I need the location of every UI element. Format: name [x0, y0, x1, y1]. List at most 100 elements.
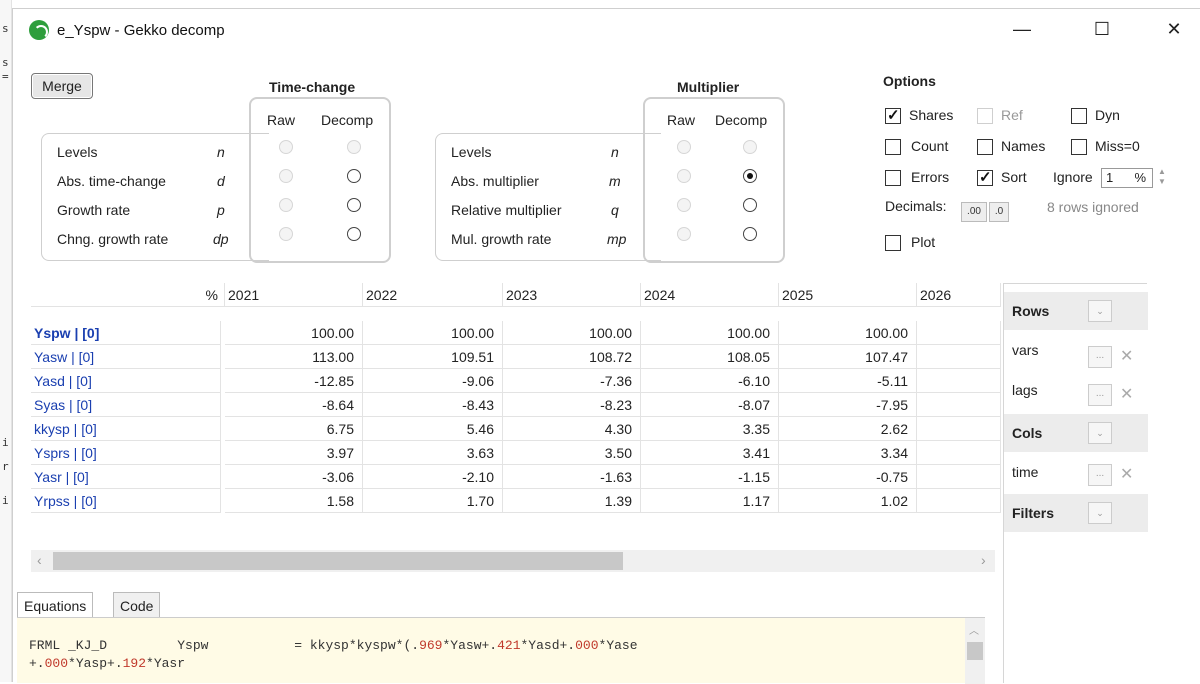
- tab-equations[interactable]: Equations: [17, 592, 94, 618]
- table-cell[interactable]: -3.06: [225, 465, 363, 489]
- merge-button[interactable]: Merge: [31, 73, 93, 99]
- mult-decomp-relative-radio[interactable]: [743, 198, 757, 212]
- column-header[interactable]: 2025: [779, 283, 917, 307]
- table-cell[interactable]: -8.43: [363, 393, 503, 417]
- rows-dropdown-icon[interactable]: ⌄: [1088, 300, 1112, 322]
- table-cell[interactable]: 3.63: [363, 441, 503, 465]
- table-cell[interactable]: 1.17: [641, 489, 779, 513]
- table-cell[interactable]: -2.10: [363, 465, 503, 489]
- more-decimals-button[interactable]: .00: [961, 202, 987, 222]
- table-cell[interactable]: -8.07: [641, 393, 779, 417]
- table-cell[interactable]: 4.30: [503, 417, 641, 441]
- scroll-left-icon[interactable]: ‹: [37, 552, 42, 568]
- table-cell[interactable]: -1.15: [641, 465, 779, 489]
- ignore-stepper[interactable]: ▲ ▼: [1155, 167, 1169, 189]
- row-header[interactable]: Yrpss | [0]: [31, 489, 221, 513]
- names-checkbox[interactable]: [977, 139, 993, 155]
- lags-close-icon[interactable]: ✕: [1120, 384, 1133, 404]
- minimize-button[interactable]: —: [999, 19, 1045, 43]
- table-cell[interactable]: [917, 369, 1001, 393]
- cols-dropdown-icon[interactable]: ⌄: [1088, 422, 1112, 444]
- column-header[interactable]: 2024: [641, 283, 779, 307]
- shares-checkbox[interactable]: [885, 106, 901, 124]
- mult-decomp-growth-radio[interactable]: [743, 227, 757, 241]
- table-cell[interactable]: -12.85: [225, 369, 363, 393]
- table-cell[interactable]: 3.50: [503, 441, 641, 465]
- table-cell[interactable]: 5.46: [363, 417, 503, 441]
- table-cell[interactable]: 3.34: [779, 441, 917, 465]
- table-cell[interactable]: [917, 465, 1001, 489]
- fewer-decimals-button[interactable]: .0: [989, 202, 1009, 222]
- table-cell[interactable]: 113.00: [225, 345, 363, 369]
- tc-decomp-abs-radio[interactable]: [347, 169, 361, 183]
- table-cell[interactable]: -1.63: [503, 465, 641, 489]
- table-cell[interactable]: [917, 321, 1001, 345]
- table-cell[interactable]: -9.06: [363, 369, 503, 393]
- ignore-input[interactable]: 1 %: [1101, 168, 1153, 188]
- table-cell[interactable]: -0.75: [779, 465, 917, 489]
- tc-decomp-chng-radio[interactable]: [347, 227, 361, 241]
- table-cell[interactable]: -6.10: [641, 369, 779, 393]
- column-header[interactable]: 2022: [363, 283, 503, 307]
- table-cell[interactable]: -7.36: [503, 369, 641, 393]
- close-button[interactable]: ✕: [1151, 19, 1197, 43]
- count-checkbox[interactable]: [885, 139, 901, 155]
- column-header[interactable]: 2026: [917, 283, 1001, 307]
- table-cell[interactable]: 100.00: [641, 321, 779, 345]
- table-cell[interactable]: 3.97: [225, 441, 363, 465]
- row-header[interactable]: kkysp | [0]: [31, 417, 221, 441]
- mult-decomp-abs-radio-selected[interactable]: [743, 169, 757, 183]
- column-header[interactable]: 2023: [503, 283, 641, 307]
- filters-dropdown-icon[interactable]: ⌄: [1088, 502, 1112, 524]
- scroll-right-icon[interactable]: ›: [981, 552, 986, 568]
- sort-checkbox[interactable]: [977, 168, 993, 186]
- row-header[interactable]: Yasd | [0]: [31, 369, 221, 393]
- vars-close-icon[interactable]: ✕: [1120, 346, 1133, 366]
- table-cell[interactable]: 3.41: [641, 441, 779, 465]
- column-header[interactable]: 2021: [225, 283, 363, 307]
- row-header[interactable]: Ysprs | [0]: [31, 441, 221, 465]
- table-cell[interactable]: 2.62: [779, 417, 917, 441]
- table-cell[interactable]: -5.11: [779, 369, 917, 393]
- table-cell[interactable]: [917, 345, 1001, 369]
- table-cell[interactable]: 100.00: [779, 321, 917, 345]
- table-cell[interactable]: 1.39: [503, 489, 641, 513]
- scrollbar-thumb[interactable]: [53, 552, 623, 570]
- table-cell[interactable]: 100.00: [503, 321, 641, 345]
- table-cell[interactable]: [917, 489, 1001, 513]
- table-cell[interactable]: 1.70: [363, 489, 503, 513]
- row-header[interactable]: Yasw | [0]: [31, 345, 221, 369]
- dyn-checkbox[interactable]: [1071, 108, 1087, 124]
- row-header[interactable]: Syas | [0]: [31, 393, 221, 417]
- plot-checkbox[interactable]: [885, 235, 901, 251]
- time-close-icon[interactable]: ✕: [1120, 464, 1133, 484]
- table-cell[interactable]: 107.47: [779, 345, 917, 369]
- time-ellipsis-button[interactable]: ...: [1088, 464, 1112, 486]
- horizontal-scrollbar[interactable]: ‹ ›: [31, 550, 995, 572]
- table-cell[interactable]: 100.00: [225, 321, 363, 345]
- errors-checkbox[interactable]: [885, 170, 901, 186]
- table-cell[interactable]: [917, 441, 1001, 465]
- table-cell[interactable]: 3.35: [641, 417, 779, 441]
- table-cell[interactable]: 1.58: [225, 489, 363, 513]
- table-cell[interactable]: 108.72: [503, 345, 641, 369]
- table-cell[interactable]: 100.00: [363, 321, 503, 345]
- table-cell[interactable]: 108.05: [641, 345, 779, 369]
- table-cell[interactable]: [917, 417, 1001, 441]
- table-cell[interactable]: -7.95: [779, 393, 917, 417]
- table-cell[interactable]: 109.51: [363, 345, 503, 369]
- miss-checkbox[interactable]: [1071, 139, 1087, 155]
- tab-code[interactable]: Code: [113, 592, 161, 618]
- row-header[interactable]: Yasr | [0]: [31, 465, 221, 489]
- code-scroll-thumb[interactable]: [967, 642, 983, 660]
- table-cell[interactable]: 6.75: [225, 417, 363, 441]
- table-cell[interactable]: -8.23: [503, 393, 641, 417]
- maximize-button[interactable]: ☐: [1079, 19, 1125, 43]
- table-cell[interactable]: [917, 393, 1001, 417]
- row-header[interactable]: Yspw | [0]: [31, 321, 221, 345]
- scroll-up-icon[interactable]: ︿: [969, 622, 979, 638]
- table-cell[interactable]: -8.64: [225, 393, 363, 417]
- equation-code-area[interactable]: FRML _KJ_D Yspw = kkysp*kyspw*(.969*Yasw…: [17, 617, 985, 684]
- code-vertical-scrollbar[interactable]: ︿: [965, 618, 985, 684]
- table-cell[interactable]: 1.02: [779, 489, 917, 513]
